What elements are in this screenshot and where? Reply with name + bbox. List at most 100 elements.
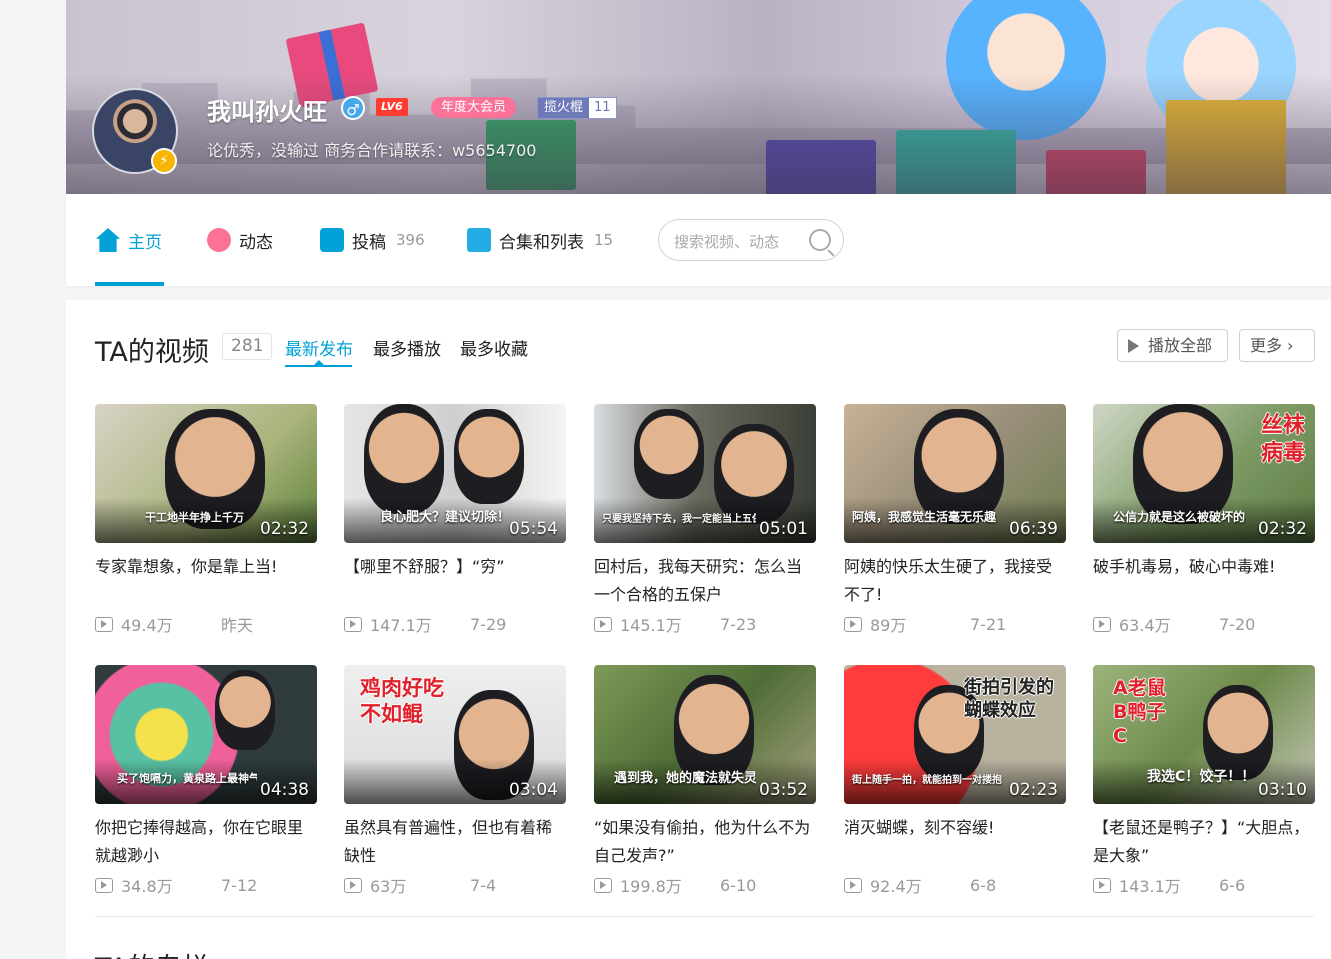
publish-date: 7-23 [720, 614, 757, 634]
video-meta: 147.1万 7-29 [344, 612, 566, 636]
tv-icon [320, 228, 344, 252]
vip-badge[interactable]: 年度大会员 [431, 97, 517, 118]
view-count: 49.4万 [121, 616, 173, 635]
tab-newest[interactable]: 最新发布 [285, 335, 353, 360]
posts-count: 396 [396, 231, 425, 249]
video-title[interactable]: 专家靠想象，你是靠上当! [95, 553, 317, 609]
video-thumbnail[interactable]: 丝袜 病毒 公信力就是这么被破坏的 02:32 [1093, 404, 1315, 543]
video-title[interactable]: 【哪里不舒服？】“穷” [344, 553, 566, 609]
medal-level: 11 [589, 98, 616, 118]
thumbnail-headline: 丝袜 病毒 [1260, 413, 1305, 466]
thumbnail-headline: A老鼠 B鸭子 C [1113, 677, 1166, 747]
video-title[interactable]: 你把它捧得越高，你在它眼里就越渺小 [95, 814, 317, 870]
publish-date: 昨天 [221, 616, 254, 635]
view-count: 63.4万 [1119, 616, 1171, 635]
play-count-icon [594, 616, 612, 632]
video-meta: 199.8万 6-10 [594, 873, 816, 897]
video-thumbnail[interactable]: 只要我坚持下去，我一定能当上五保户 05:01 [594, 404, 816, 543]
view-count: 63万 [370, 877, 407, 896]
video-count: 281 [222, 333, 273, 360]
video-thumbnail[interactable]: 干工地半年挣上千万 02:32 [95, 404, 317, 543]
video-meta: 63万 7-4 [344, 873, 566, 897]
video-thumbnail[interactable]: 买了饱嗝力，黄泉路上最神气！ 04:38 [95, 665, 317, 804]
view-count: 145.1万 [620, 616, 682, 635]
video-thumbnail[interactable]: 遇到我，她的魔法就失灵了 03:52 [594, 665, 816, 804]
tab-dynamic[interactable]: 动态 [207, 228, 273, 253]
video-duration: 02:32 [1258, 519, 1307, 539]
publish-date: 6-10 [720, 875, 757, 895]
play-count-icon [844, 877, 862, 893]
video-duration: 05:54 [509, 519, 558, 539]
video-duration: 03:04 [509, 780, 558, 800]
publish-date: 6-6 [1219, 875, 1246, 895]
video-meta: 145.1万 7-23 [594, 612, 816, 636]
view-count: 143.1万 [1119, 877, 1181, 896]
video-title[interactable]: 阿姨的快乐太生硬了，我接受不了! [844, 553, 1066, 609]
video-thumbnail[interactable]: 阿姨，我感觉生活毫无乐趣 06:39 [844, 404, 1066, 543]
medal-name: 揽火棍 [538, 98, 590, 118]
video-title[interactable]: 虽然具有普遍性，但也有着稀缺性 [344, 814, 566, 870]
search-box[interactable]: 搜索视频、动态 [658, 219, 844, 261]
more-button[interactable]: 更多 › [1239, 329, 1315, 362]
videos-panel: TA的视频 281 最新发布 最多播放 最多收藏 播放全部 更多 › 干工地半年… [66, 300, 1331, 959]
video-meta: 63.4万 7-20 [1093, 612, 1315, 636]
video-duration: 04:38 [260, 780, 309, 800]
thumbnail-caption: 我选C！饺子！！ [1147, 769, 1255, 785]
collections-count: 15 [594, 231, 614, 249]
publish-date: 7-12 [221, 875, 258, 895]
thumbnail-caption: 只要我坚持下去，我一定能当上五保户 [602, 514, 756, 525]
tab-dynamic-label: 动态 [239, 232, 273, 253]
video-meta: 49.4万 昨天 [95, 612, 317, 636]
video-title[interactable]: “如果没有偷拍，他为什么不为自己发声?” [594, 814, 816, 870]
publish-date: 7-20 [1219, 614, 1256, 634]
username[interactable]: 我叫孙火旺 [207, 92, 327, 127]
video-meta: 89万 7-21 [844, 612, 1066, 636]
play-icon [1128, 338, 1139, 353]
tab-collections[interactable]: 合集和列表 15 [467, 228, 614, 253]
view-count: 199.8万 [620, 877, 682, 896]
playlist-icon [467, 228, 491, 252]
video-title[interactable]: 回村后，我每天研究：怎么当一个合格的五保户 [594, 553, 816, 609]
video-meta: 34.8万 7-12 [95, 873, 317, 897]
video-duration: 06:39 [1009, 519, 1058, 539]
play-count-icon [1093, 616, 1111, 632]
fan-medal[interactable]: 揽火棍 11 [537, 97, 617, 119]
tab-home-label: 主页 [128, 232, 162, 253]
level-badge: LV6 [376, 98, 408, 116]
male-icon: ♂ [341, 96, 365, 120]
tab-home[interactable]: 主页 [96, 228, 162, 253]
thumbnail-person [215, 670, 275, 750]
video-duration: 02:23 [1009, 780, 1058, 800]
chevron-right-icon: › [1287, 336, 1294, 355]
user-signature: 论优秀，没输过 商务合作请联系：w5654700 [207, 141, 537, 160]
video-title[interactable]: 【老鼠还是鸭子？】“大胆点，是大象” [1093, 814, 1315, 870]
video-title[interactable]: 破手机毒易，破心中毒难! [1093, 553, 1315, 609]
search-input[interactable]: 搜索视频、动态 [674, 231, 779, 252]
section-title: TA的视频 [95, 337, 209, 368]
thumbnail-caption: 良心肥大？建议切除！ [380, 510, 506, 525]
search-icon[interactable] [809, 229, 831, 251]
play-count-icon [594, 877, 612, 893]
tab-posts[interactable]: 投稿 396 [320, 228, 425, 253]
thumbnail-person [454, 409, 524, 504]
video-thumbnail[interactable]: 街拍引发的 蝴蝶效应 街上随手一拍，就能拍到一对搂抱 02:23 [844, 665, 1066, 804]
video-thumbnail[interactable]: 鸡肉好吃 不如鲲 03:04 [344, 665, 566, 804]
play-count-icon [844, 616, 862, 632]
section-divider [95, 916, 1314, 917]
publish-date: 7-29 [470, 614, 507, 634]
tab-most-favorited[interactable]: 最多收藏 [460, 335, 528, 360]
video-thumbnail[interactable]: A老鼠 B鸭子 C 我选C！饺子！！ 03:10 [1093, 665, 1315, 804]
play-count-icon [95, 877, 113, 893]
play-count-icon [95, 616, 113, 632]
next-section-title: TA的专栏 [95, 946, 209, 959]
play-all-label: 播放全部 [1148, 336, 1213, 355]
tab-most-played[interactable]: 最多播放 [373, 335, 441, 360]
video-title[interactable]: 消灭蝴蝶，刻不容缓! [844, 814, 1066, 870]
play-all-button[interactable]: 播放全部 [1117, 329, 1228, 362]
video-thumbnail[interactable]: 良心肥大？建议切除！ 05:54 [344, 404, 566, 543]
dynamic-icon [207, 228, 231, 252]
video-duration: 03:10 [1258, 780, 1307, 800]
video-meta: 143.1万 6-6 [1093, 873, 1315, 897]
view-count: 89万 [870, 616, 907, 635]
thumbnail-headline: 鸡肉好吃 不如鲲 [360, 676, 444, 727]
